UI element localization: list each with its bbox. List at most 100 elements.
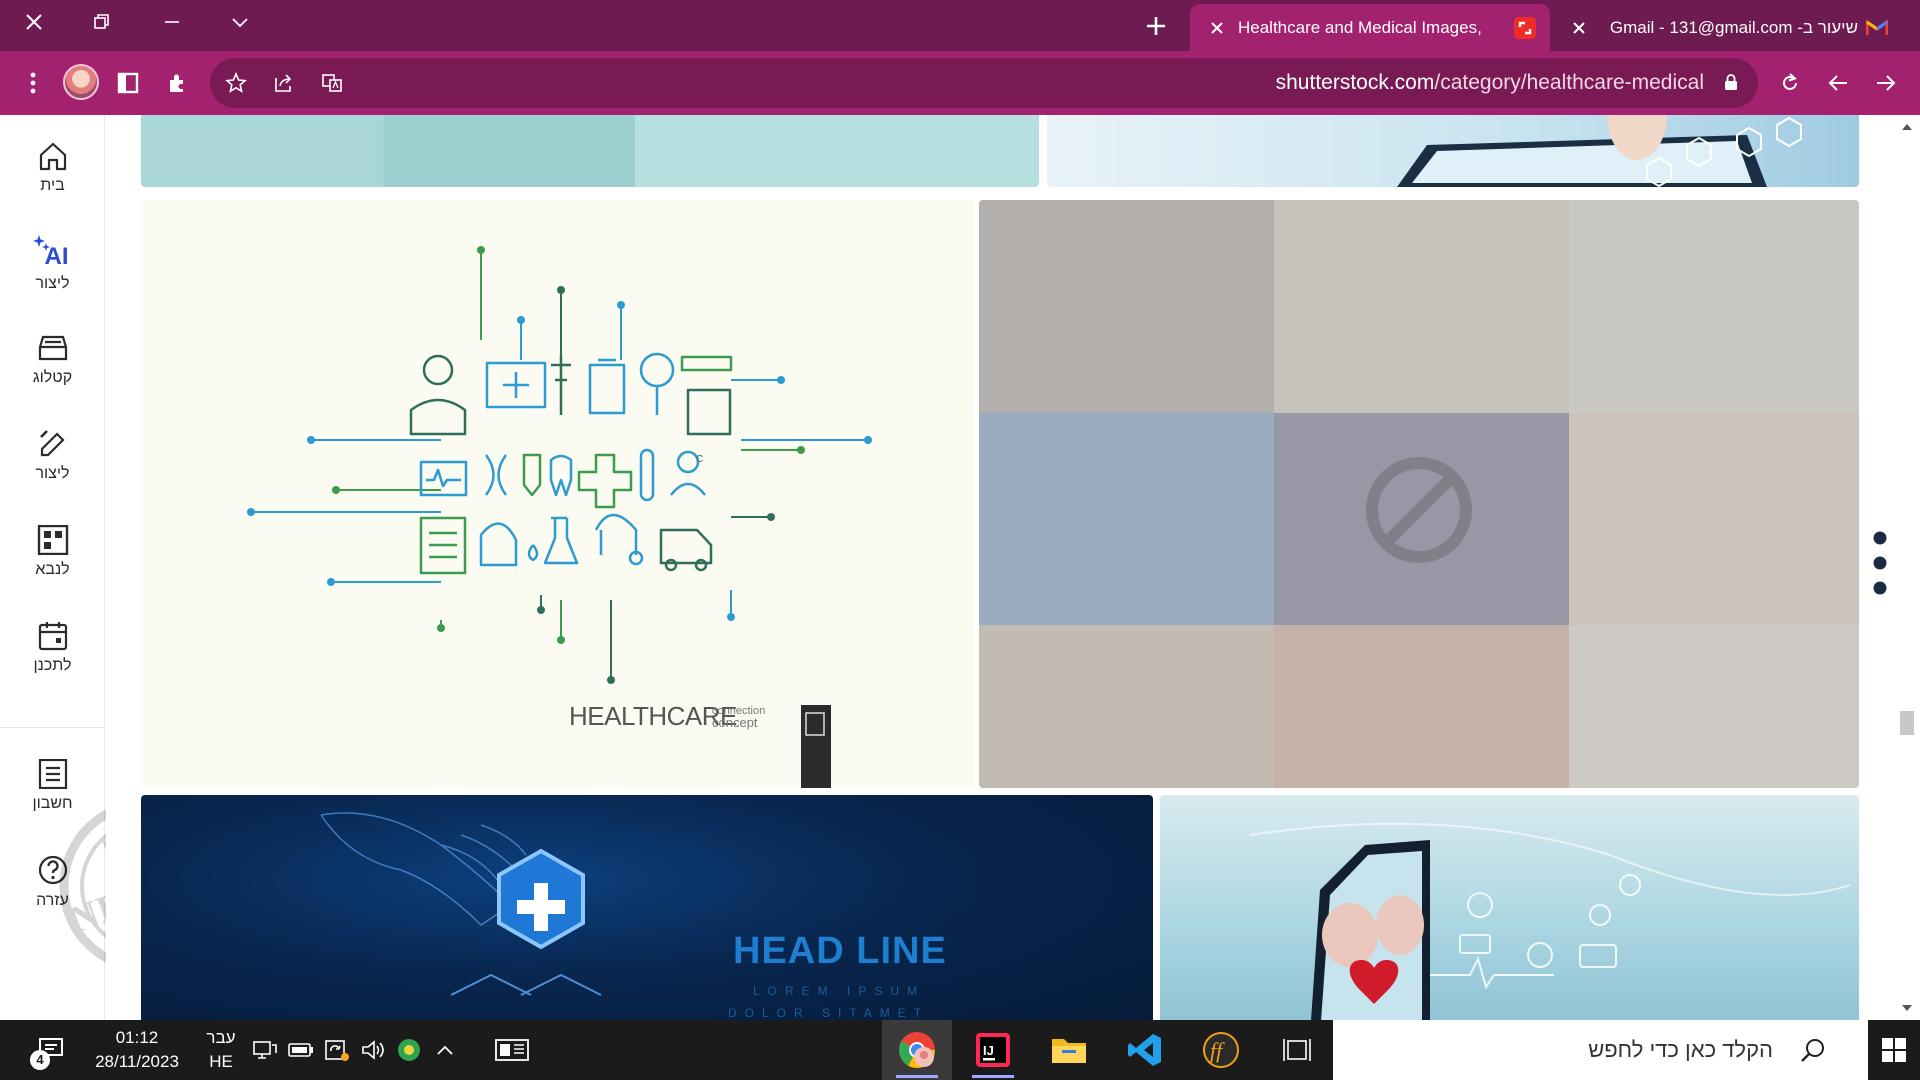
carousel-dots[interactable] [1870,528,1890,598]
battery-icon [288,1043,313,1057]
action-center-button[interactable]: 4 [28,1020,74,1080]
image-grid: C HEALTHCARE connection concept HEAD LIN… [106,115,1894,1020]
scrollbar-thumb[interactable] [1900,711,1914,735]
star-icon [225,72,247,93]
reload-button[interactable] [1770,63,1810,103]
show-hidden-icons-button[interactable] [428,1020,462,1080]
svg-text:concept: concept [712,715,758,730]
taskbar-file-explorer[interactable] [1034,1020,1104,1080]
tab-close-button[interactable] [1204,15,1230,41]
windows-taskbar: 4 01:12 28/11/2023 עבר HE IJ ff הקלד כאן… [0,1020,1920,1080]
profile-avatar[interactable] [63,64,99,100]
svg-text:IJ: IJ [983,1043,994,1058]
sidebar-item-label: לתכנן [33,657,72,674]
sidebar-item-label: קטלוג [32,369,73,386]
volume-icon [362,1040,384,1060]
image-tile-tablet[interactable] [1047,115,1859,187]
network-icon [253,1041,277,1059]
taskbar-intellij[interactable]: IJ [958,1020,1028,1080]
forward-button[interactable] [1866,63,1906,103]
search-placeholder: הקלד כאן כדי לחפש [1588,1037,1773,1062]
new-tab-button[interactable] [1136,8,1176,44]
search-icon [1801,1039,1824,1062]
sidebar-item-help[interactable]: עזרה [0,839,105,925]
help-icon [38,855,67,885]
notification-badge: 4 [30,1050,50,1070]
folder-icon [1052,1039,1086,1063]
news-widget-button[interactable] [490,1020,534,1080]
battery-tray-button[interactable] [284,1020,318,1080]
scroll-down-icon [1902,1005,1912,1011]
calendar-icon [38,622,67,651]
browser-titlebar: Healthcare and Medical Images, שיעור ב- … [0,0,1920,51]
clock[interactable]: 01:12 28/11/2023 [82,1026,192,1074]
puzzle-icon [170,74,183,92]
clock-date: 28/11/2023 [95,1052,179,1071]
sidebar-item-label: לנבא [35,561,70,578]
sidebar-item-ai-create[interactable]: AI ליצור [0,221,105,307]
account-list-icon [38,759,67,789]
minimize-window-button[interactable] [146,0,198,44]
tab-search-button[interactable] [214,0,266,44]
language-top: עבר [206,1028,236,1047]
tab-shutterstock[interactable]: Healthcare and Medical Images, [1190,4,1550,51]
sidebar-item-account[interactable]: חשבון [0,743,105,829]
tab-close-button[interactable] [1566,15,1592,41]
bookmark-button[interactable] [216,63,256,103]
taskbar-fontforge[interactable]: ff [1186,1020,1256,1080]
extensions-button[interactable] [157,63,197,103]
sidebar-item-label: בית [40,177,65,194]
image-tile-digital-health-hand[interactable]: HEAD LINE LOREM IPSUM DOLOR SITAMET [141,795,1153,1020]
back-button[interactable] [1818,63,1858,103]
arrow-left-icon [1828,75,1847,91]
sidebar-item-predict[interactable]: לנבא [0,509,105,595]
left-sidebar: בית AI ליצור קטלוג ליצור לנבא לתכנן חשבו… [0,115,105,1020]
volume-tray-button[interactable] [356,1020,390,1080]
taskbar-chrome-profile[interactable] [882,1020,952,1080]
vscode-icon [1128,1034,1161,1066]
start-button[interactable] [1868,1020,1920,1080]
plus-icon [1147,17,1165,35]
tab-gmail[interactable]: שיעור ב- Gmail - 131@gmail.com [1552,4,1902,51]
lock-icon[interactable] [1724,73,1738,96]
close-window-button[interactable] [8,0,60,44]
screen: Healthcare and Medical Images, שיעור ב- … [0,0,1920,1080]
url-text: shutterstock.com/category/healthcare-med… [1275,71,1704,94]
arrow-right-icon [1877,75,1896,91]
sync-icon [325,1040,349,1061]
page-scrollbar[interactable] [1894,115,1920,1020]
share-button[interactable] [264,63,304,103]
browser-menu-button[interactable] [13,63,53,103]
image-tile-smartphone-heart[interactable] [1160,795,1859,1020]
sidebar-item-create[interactable]: ליצור [0,413,105,499]
browser-toolbar: shutterstock.com/category/healthcare-med… [0,51,1920,115]
image-tile-blocked[interactable] [979,200,1859,788]
sidebar-item-catalog[interactable]: קטלוג [0,317,105,403]
sidebar-item-label: חשבון [32,795,73,812]
home-icon [39,142,66,171]
address-bar[interactable]: shutterstock.com/category/healthcare-med… [210,58,1758,108]
news-icon [495,1039,529,1061]
catalog-icon [38,335,67,361]
fontforge-icon: ff [1203,1032,1239,1068]
side-panel-button[interactable] [108,63,148,103]
image-tile-teal[interactable] [141,115,1039,187]
restore-window-button[interactable] [76,0,128,44]
sync-tray-button[interactable] [320,1020,354,1080]
sidebar-item-home[interactable]: בית [0,125,105,211]
sidebar-divider [0,727,105,728]
language-code: HE [209,1052,233,1071]
restore-icon [94,14,109,29]
taskbar-vscode[interactable] [1110,1020,1180,1080]
network-tray-button[interactable] [248,1020,282,1080]
image-tile-healthcare-concept[interactable]: C HEALTHCARE connection concept [141,200,974,788]
translate-button[interactable] [312,63,352,103]
intellij-icon: IJ [976,1033,1010,1067]
chevron-down-icon [232,18,248,28]
taskbar-search-box[interactable]: הקלד כאן כדי לחפש [1333,1020,1868,1080]
sidebar-item-plan[interactable]: לתכנן [0,605,105,691]
app-tray-button[interactable] [392,1020,426,1080]
input-language[interactable]: עבר HE [200,1026,242,1074]
taskbar-task-view[interactable] [1262,1020,1332,1080]
chrome-icon [898,1032,935,1069]
